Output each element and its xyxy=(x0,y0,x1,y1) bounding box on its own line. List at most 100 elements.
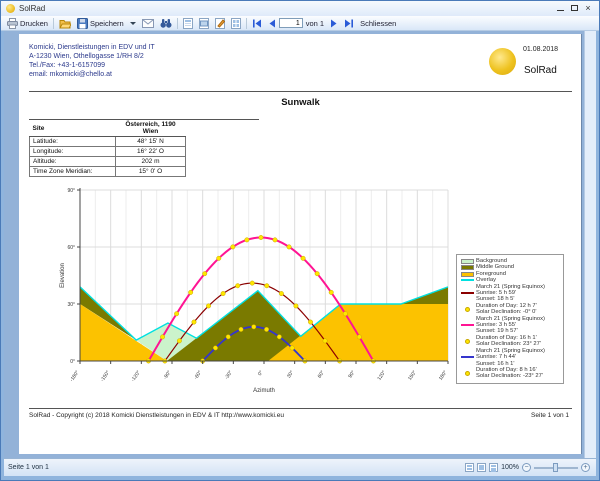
rect-swatch-icon xyxy=(459,259,476,264)
save-options-button[interactable] xyxy=(127,17,139,30)
x-tick-label: 0° xyxy=(257,370,265,377)
site-row-value: 15° 0' O xyxy=(116,167,186,177)
print-label: Drucken xyxy=(20,19,48,28)
footer-copyright: SolRad - Copyright (c) 2018 Komicki Dien… xyxy=(29,412,284,419)
close-preview-button[interactable]: Schliessen xyxy=(357,17,399,30)
window-controls: × xyxy=(553,2,595,14)
dot-swatch-icon xyxy=(459,371,476,376)
layout-continuous-icon[interactable] xyxy=(477,463,486,472)
search-button[interactable] xyxy=(157,17,175,30)
brand-name: SolRad xyxy=(524,65,557,76)
page-number-input[interactable] xyxy=(279,18,303,28)
sun-hour-marker xyxy=(206,304,210,308)
print-button[interactable]: Drucken xyxy=(4,17,51,30)
sun-hour-marker xyxy=(192,320,196,324)
open-button[interactable] xyxy=(56,17,74,30)
x-tick-label: -30° xyxy=(224,370,234,381)
company-address-block: Komicki, Dienstleistungen in EDV und IT … xyxy=(29,43,155,79)
x-tick-label: -60° xyxy=(193,370,203,381)
view-thumbnails-button[interactable] xyxy=(228,17,244,30)
legend-entry: Duration of Day: 16 h 1'Solar Declinatio… xyxy=(459,335,561,348)
company-line: Tel./Fax: +43-1-6157099 xyxy=(29,61,155,70)
chart-legend: BackgroundMiddle GroundForegroundOverlay… xyxy=(456,254,564,384)
first-page-icon xyxy=(252,19,262,28)
line-swatch-icon xyxy=(459,324,476,326)
x-tick-label: 120° xyxy=(376,370,387,382)
last-page-button[interactable] xyxy=(341,17,357,30)
layout-facing-icon[interactable] xyxy=(489,463,498,472)
last-page-icon xyxy=(344,19,354,28)
sun-hour-marker xyxy=(203,271,207,275)
minimize-button[interactable] xyxy=(553,2,567,14)
page-view-icon xyxy=(183,18,193,29)
zoom-out-button[interactable]: − xyxy=(522,463,531,472)
footer-page-number: Seite 1 von 1 xyxy=(531,412,569,419)
page-count-label: von 1 xyxy=(306,19,324,28)
email-button[interactable] xyxy=(139,17,157,30)
x-tick-label: -90° xyxy=(162,370,172,381)
first-page-button[interactable] xyxy=(249,17,265,30)
layout-single-icon[interactable] xyxy=(465,463,474,472)
x-tick-label: 180° xyxy=(438,370,449,382)
page-width-icon xyxy=(199,18,209,29)
title-bar: SolRad × xyxy=(1,1,599,16)
x-tick-label: -120° xyxy=(130,370,142,383)
site-table: Site Österreich, 1190 Wien Latitude:48° … xyxy=(29,120,186,177)
x-tick-label: -150° xyxy=(99,370,111,383)
site-table-header: Site Österreich, 1190 Wien xyxy=(30,120,186,137)
solrad-window: SolRad × Drucken Speichern xyxy=(0,0,600,481)
zoom-in-button[interactable]: + xyxy=(581,463,590,472)
previous-page-button[interactable] xyxy=(265,17,279,30)
sun-hour-marker xyxy=(301,256,305,260)
legend-entry: March 21 (Spring Equinox)Sunrise: 5 h 59… xyxy=(459,284,561,303)
report-date: 01.08.2018 xyxy=(523,46,558,53)
close-button[interactable]: × xyxy=(581,2,595,14)
sun-hour-marker xyxy=(290,346,294,350)
save-label: Speichern xyxy=(90,19,124,28)
solrad-logo xyxy=(489,48,516,75)
view-whole-page-button[interactable] xyxy=(180,17,196,30)
x-tick-label: 150° xyxy=(407,370,418,382)
sun-hour-marker xyxy=(160,335,164,339)
binoculars-icon xyxy=(160,18,172,29)
save-icon xyxy=(77,18,88,29)
site-table-row: Longitude:16° 22' O xyxy=(30,147,186,157)
sun-hour-marker xyxy=(287,245,291,249)
site-header-label: Site xyxy=(30,120,116,137)
site-row-label: Latitude: xyxy=(30,137,116,147)
sun-hour-marker xyxy=(188,290,192,294)
sun-hour-marker xyxy=(217,256,221,260)
company-line: email: mkomicki@chello.at xyxy=(29,70,155,79)
zoom-slider[interactable] xyxy=(534,463,578,472)
next-page-button[interactable] xyxy=(327,17,341,30)
sun-hour-marker xyxy=(239,327,243,331)
view-edit-button[interactable] xyxy=(212,17,228,30)
zoom-slider-thumb[interactable] xyxy=(553,463,558,472)
page-thumbnails-icon xyxy=(231,18,241,29)
site-table-row: Altitude:202 m xyxy=(30,157,186,167)
vertical-scrollbar[interactable] xyxy=(584,31,596,458)
site-row-value: 202 m xyxy=(116,157,186,167)
y-tick-label: 90° xyxy=(67,188,75,194)
app-sun-icon xyxy=(6,4,15,13)
maximize-button[interactable] xyxy=(567,2,581,14)
sun-hour-marker xyxy=(294,304,298,308)
sun-hour-marker xyxy=(252,325,256,329)
report-title: Sunwalk xyxy=(19,97,582,108)
folder-icon xyxy=(59,18,71,29)
legend-entry-text: March 21 (Spring Equinox)Sunrise: 7 h 44… xyxy=(476,348,545,367)
y-axis-title: Elevation xyxy=(60,263,66,288)
legend-entry: March 21 (Spring Equinox)Sunrise: 3 h 55… xyxy=(459,316,561,335)
x-tick-label: 90° xyxy=(347,370,356,380)
envelope-icon xyxy=(142,19,154,28)
preview-area: Komicki, Dienstleistungen in EDV und IT … xyxy=(4,31,596,458)
view-page-width-button[interactable] xyxy=(196,17,212,30)
sun-hour-marker xyxy=(323,339,327,343)
toolbar-separator xyxy=(246,18,247,29)
chevron-down-icon xyxy=(130,22,136,25)
sun-hour-marker xyxy=(308,320,312,324)
sun-hour-marker xyxy=(235,284,239,288)
site-row-label: Longitude: xyxy=(30,147,116,157)
company-line: Komicki, Dienstleistungen in EDV und IT xyxy=(29,43,155,52)
save-button[interactable]: Speichern xyxy=(74,17,127,30)
